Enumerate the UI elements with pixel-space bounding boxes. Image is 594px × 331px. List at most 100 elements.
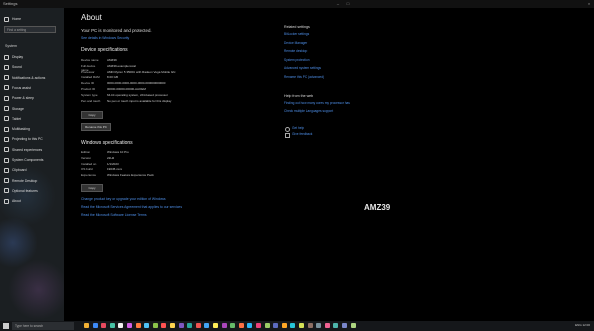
sidebar-item-label: About [12, 199, 21, 204]
projecting-icon [4, 136, 9, 142]
related-link[interactable]: Finding out how many cores my processor … [284, 101, 350, 105]
sidebar-home[interactable]: Home [4, 15, 62, 23]
copy-windows-button[interactable]: Copy [81, 184, 103, 192]
rename-pc-button[interactable]: Rename this PC [81, 123, 111, 131]
spec-key: Installed RAM [81, 75, 100, 80]
home-icon [4, 16, 9, 22]
taskbar-app-icon[interactable] [342, 323, 347, 328]
license-link[interactable]: Read the Microsoft Software License Term… [81, 213, 147, 217]
sidebar-item[interactable]: Remote Desktop [4, 177, 62, 185]
spec-key: Processor [81, 69, 95, 74]
spec-row: Device name AMZ39 [81, 58, 117, 62]
related-link[interactable]: Advanced system settings [284, 66, 321, 70]
taskbar-app-icon[interactable] [204, 323, 210, 328]
security-details-link[interactable]: See details in Windows Security [81, 36, 129, 40]
taskbar-app-icon[interactable] [92, 323, 98, 328]
sidebar-item[interactable]: Shared experiences [4, 146, 62, 154]
sidebar-item[interactable]: Clipboard [4, 166, 62, 174]
copy-device-button[interactable]: Copy [81, 111, 103, 119]
sidebar-item[interactable]: Sound [4, 63, 62, 71]
display-icon [4, 54, 9, 60]
taskbar-app-icon[interactable] [238, 323, 244, 328]
taskbar-app-icon[interactable] [84, 323, 89, 328]
related-link[interactable]: Device Manager [284, 41, 307, 45]
sidebar-item[interactable]: Notifications & actions [4, 74, 62, 82]
taskbar-app-icon[interactable] [170, 323, 175, 328]
taskbar-app-icon[interactable] [324, 323, 330, 328]
minimize-button[interactable]: – [335, 1, 341, 6]
spec-value: 0000-0000-0000-0000-0000-000000000000 [107, 81, 166, 86]
taskbar-app-icon[interactable] [333, 323, 339, 328]
taskbar-app-icon[interactable] [273, 323, 279, 328]
get-help-link[interactable]: Get help [292, 126, 304, 130]
taskbar-app-icon[interactable] [109, 323, 115, 328]
related-link[interactable]: Check multiple Languages support [284, 109, 333, 113]
help-heading: Help from the web [284, 94, 314, 98]
taskbar-app-icon[interactable] [187, 323, 193, 328]
taskbar-app-icon[interactable] [101, 323, 107, 328]
shared-icon [4, 147, 9, 153]
sidebar-item[interactable]: Optional features [4, 187, 62, 195]
related-link[interactable]: BitLocker settings [284, 32, 309, 36]
sidebar-item[interactable]: About [4, 197, 62, 205]
watermark-text: AMZ39 [364, 203, 391, 212]
sidebar: Home Find a setting System Display Sound N… [0, 8, 64, 321]
sidebar-item[interactable]: System Components [4, 156, 62, 164]
spec-row: Version 22H2 [81, 156, 114, 160]
taskbar-app-icon[interactable] [135, 323, 141, 328]
sidebar-item-label: Power & sleep [12, 96, 34, 101]
taskbar-app-icon[interactable] [118, 323, 124, 328]
sidebar-item-label: Notifications & actions [12, 75, 46, 80]
maximize-button[interactable]: □ [345, 1, 351, 6]
spec-key: Product ID [81, 87, 96, 91]
license-link[interactable]: Change product key or upgrade your editi… [81, 197, 166, 201]
taskbar-app-icon[interactable] [178, 323, 184, 328]
settings-search-input[interactable]: Find a setting [4, 26, 56, 33]
taskbar-app-icon[interactable] [230, 323, 236, 328]
taskbar-app-icon[interactable] [350, 323, 356, 328]
spec-key: OS build [81, 167, 93, 172]
spec-row: System type 64-bit operating system, x64-… [81, 93, 168, 97]
related-link[interactable]: Remote desktop [284, 49, 307, 53]
spec-value: Windows 10 Pro [107, 150, 129, 154]
taskbar-app-icon[interactable] [221, 323, 227, 328]
taskbar-app-icon[interactable] [195, 323, 201, 328]
taskbar-app-icon[interactable] [127, 323, 132, 328]
sidebar-item-label: Shared experiences [12, 147, 43, 152]
sidebar-item[interactable]: Power & sleep [4, 94, 62, 102]
taskbar-app-icon[interactable] [161, 323, 167, 328]
related-link[interactable]: Rename this PC (advanced) [284, 75, 324, 79]
taskbar-app-icon[interactable] [290, 323, 296, 328]
taskbar-app-icon[interactable] [247, 323, 253, 328]
sidebar-item[interactable]: Storage [4, 105, 62, 113]
device-specs-heading: Device specifications [81, 47, 128, 53]
taskbar-search-input[interactable]: Type here to search [12, 322, 74, 330]
spec-key: System type [81, 92, 98, 97]
taskbar-app-icon[interactable] [152, 323, 158, 328]
sidebar-item[interactable]: Projecting to this PC [4, 135, 62, 143]
taskbar-app-icon[interactable] [299, 323, 304, 328]
taskbar-app-icon[interactable] [264, 323, 270, 328]
taskbar-app-icon[interactable] [281, 323, 287, 328]
sidebar-item[interactable]: Display [4, 53, 62, 61]
sound-icon [4, 64, 9, 70]
give-feedback-link[interactable]: Give feedback [292, 132, 312, 136]
sidebar-item[interactable]: Multitasking [4, 125, 62, 133]
taskbar-app-icon[interactable] [307, 323, 313, 328]
windows-start-icon[interactable] [3, 323, 9, 329]
system-tray: ENG 12:00 [575, 323, 590, 327]
spec-row: Product ID 00000-00000-00000-AAOEM [81, 87, 146, 91]
taskbar-app-icon[interactable] [256, 323, 261, 328]
license-link[interactable]: Read the Microsoft Services Agreement th… [81, 205, 182, 209]
taskbar-app-icon[interactable] [213, 323, 218, 328]
spec-row: Processor AMD Ryzen 5 3500U with Radeon V… [81, 70, 176, 74]
taskbar-app-icon[interactable] [144, 323, 150, 328]
sidebar-item[interactable]: Tablet [4, 115, 62, 123]
close-button[interactable]: × [586, 1, 592, 6]
page-title: About [81, 13, 102, 22]
feedback-icon [285, 133, 290, 138]
related-link[interactable]: System protection [284, 58, 310, 62]
taskbar-app-icon[interactable] [316, 323, 322, 328]
optional-icon [4, 188, 9, 194]
sidebar-item[interactable]: Focus assist [4, 84, 62, 92]
